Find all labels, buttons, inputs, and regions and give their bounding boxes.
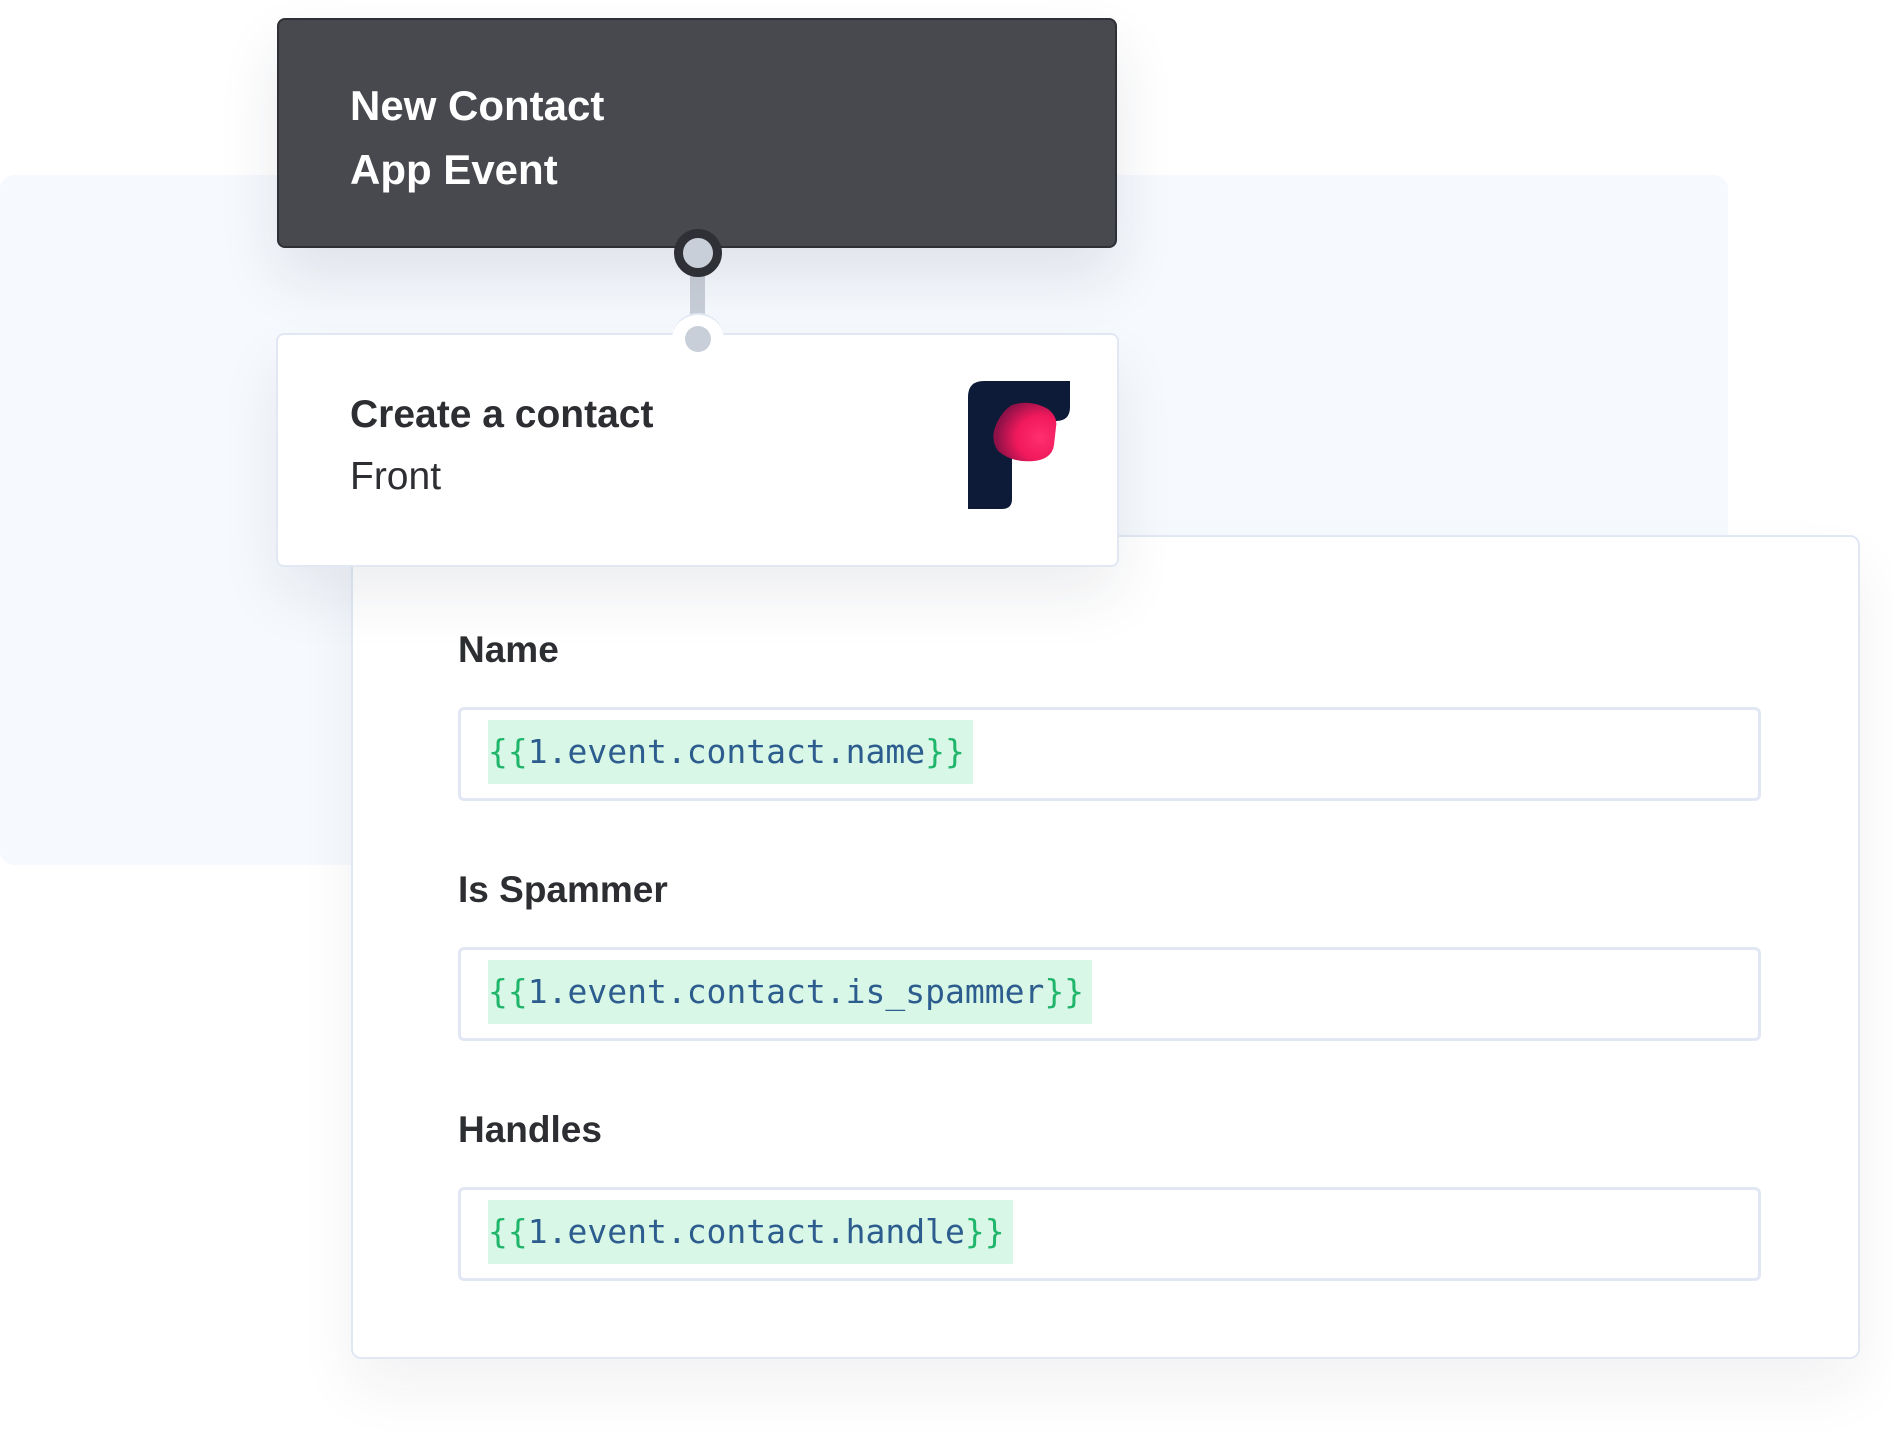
- is-spammer-field[interactable]: {{1.event.contact.is_spammer}}: [458, 947, 1761, 1041]
- token-close-brace: }}: [925, 732, 965, 771]
- token-close-brace: }}: [964, 1212, 1005, 1251]
- connector-in-dot: [685, 326, 711, 352]
- trigger-title-line-2: App Event: [350, 146, 558, 193]
- token-path: 1.event.contact.handle: [527, 1212, 965, 1251]
- action-step-card[interactable]: Create a contact Front: [276, 333, 1119, 567]
- token-path: 1.event.contact.name: [527, 732, 926, 771]
- action-fields-panel: Name {{1.event.contact.name}} Is Spammer…: [351, 535, 1860, 1359]
- connector-out-dot: [674, 229, 722, 277]
- handles-field-token[interactable]: {{1.event.contact.handle}}: [488, 1200, 1013, 1264]
- handles-field[interactable]: {{1.event.contact.handle}}: [458, 1187, 1761, 1281]
- field-label-name: Name: [458, 629, 559, 670]
- field-label-handles: Handles: [458, 1109, 602, 1150]
- token-path: 1.event.contact.is_spammer: [527, 972, 1045, 1011]
- token-open-brace: {{: [488, 972, 528, 1011]
- token-open-brace: {{: [488, 1212, 528, 1251]
- trigger-title-line-1: New Contact: [350, 82, 605, 129]
- field-label-is-spammer: Is Spammer: [458, 869, 668, 910]
- action-step-app-name: Front: [350, 455, 442, 498]
- token-open-brace: {{: [488, 732, 528, 771]
- trigger-step-title: New Contact App Event: [350, 74, 604, 202]
- name-field-token[interactable]: {{1.event.contact.name}}: [488, 720, 973, 784]
- trigger-step-card[interactable]: New Contact App Event: [277, 18, 1117, 248]
- front-logo-icon: [968, 381, 1070, 509]
- name-field[interactable]: {{1.event.contact.name}}: [458, 707, 1761, 801]
- action-step-title: Create a contact: [350, 393, 654, 436]
- token-close-brace: }}: [1044, 972, 1085, 1011]
- is-spammer-field-token[interactable]: {{1.event.contact.is_spammer}}: [488, 960, 1093, 1024]
